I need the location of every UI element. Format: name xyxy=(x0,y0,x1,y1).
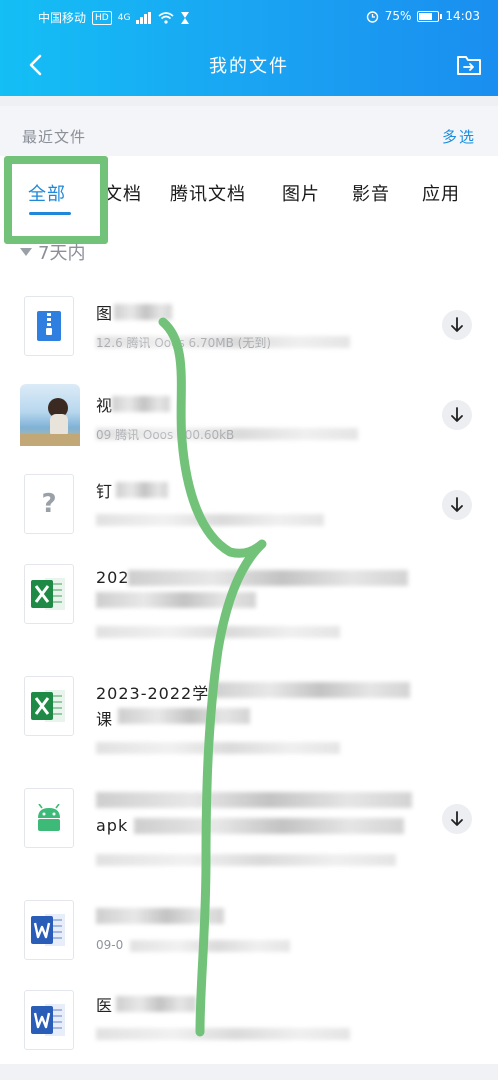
battery-icon xyxy=(417,10,443,22)
unknown-file-icon: ? xyxy=(24,474,74,534)
tab-all[interactable]: 全部 xyxy=(28,180,66,206)
redacted-text xyxy=(134,818,404,834)
redacted-text xyxy=(96,854,396,866)
folder-button[interactable] xyxy=(454,50,484,80)
redacted-text xyxy=(96,792,412,808)
redacted-text xyxy=(128,570,408,586)
redacted-text xyxy=(210,682,410,698)
file-row[interactable]: 2023-2022学 课 xyxy=(0,660,498,770)
redacted-text xyxy=(112,396,170,412)
redacted-text xyxy=(118,708,250,724)
word-icon xyxy=(24,900,74,960)
redacted-text xyxy=(96,742,340,754)
recent-files-label: 最近文件 xyxy=(22,128,87,146)
signal-label: 4G xyxy=(117,12,131,23)
arrow-down-icon xyxy=(451,407,463,422)
file-row[interactable]: ? 钉 xyxy=(0,460,498,560)
redacted-text xyxy=(116,482,168,498)
android-apk-icon xyxy=(24,788,74,848)
file-name: 医 xyxy=(96,996,114,1015)
download-button[interactable] xyxy=(442,310,472,340)
file-name: 202 xyxy=(96,568,130,587)
hd-badge: HD xyxy=(92,10,112,25)
redacted-text xyxy=(96,908,224,924)
signal-icon xyxy=(136,11,152,24)
tab-tencent-docs[interactable]: 腾讯文档 xyxy=(170,180,246,206)
tab-images[interactable]: 图片 xyxy=(282,180,320,206)
active-tab-indicator xyxy=(29,212,71,215)
tab-documents[interactable]: 文档 xyxy=(104,180,142,206)
file-name: 2023-2022学 xyxy=(96,684,210,703)
download-button[interactable] xyxy=(442,400,472,430)
tab-media[interactable]: 影音 xyxy=(352,180,390,206)
carrier-label: 中国移动 xyxy=(38,11,87,25)
excel-icon xyxy=(24,676,74,736)
app-header: 中国移动 HD 4G 75% 14:03 我的文件 xyxy=(0,0,498,96)
file-name: 视 xyxy=(96,396,114,415)
bottom-band xyxy=(0,1064,498,1080)
folder-icon xyxy=(457,56,481,75)
download-button[interactable] xyxy=(442,490,472,520)
battery-percent: 75% xyxy=(384,9,412,23)
file-meta: 09-0 xyxy=(96,938,124,952)
download-button[interactable] xyxy=(442,804,472,834)
photo-thumbnail xyxy=(20,384,80,446)
redacted-text xyxy=(96,514,324,526)
header-gap xyxy=(0,96,498,106)
file-row[interactable]: apk xyxy=(0,770,498,890)
file-name-line2: 课 xyxy=(96,710,114,729)
recent-files-bar: 最近文件 多选 xyxy=(0,106,498,156)
redacted-text xyxy=(116,996,196,1012)
redacted-text xyxy=(96,626,340,638)
arrow-down-icon xyxy=(451,317,463,332)
zip-icon xyxy=(24,296,74,356)
redacted-text xyxy=(96,428,358,440)
redacted-text xyxy=(96,592,256,608)
file-row[interactable]: 视 09 腾讯 Ooos 300.60kB xyxy=(0,370,498,470)
multi-select-button[interactable]: 多选 xyxy=(442,126,476,147)
category-tabs: 全部 文档 腾讯文档 图片 影音 应用 xyxy=(0,160,498,230)
redacted-text xyxy=(114,304,172,320)
redacted-text xyxy=(96,336,350,348)
tab-apps[interactable]: 应用 xyxy=(422,180,460,206)
title-bar: 我的文件 xyxy=(0,36,498,94)
redacted-text xyxy=(96,1028,350,1040)
file-row[interactable]: 202 xyxy=(0,550,498,660)
word-icon xyxy=(24,990,74,1050)
arrow-down-icon xyxy=(451,811,463,826)
redacted-text xyxy=(130,940,290,952)
file-name: 钉 xyxy=(96,482,114,501)
clock: 14:03 xyxy=(445,9,480,23)
file-row[interactable]: 09-0 xyxy=(0,890,498,990)
excel-icon xyxy=(24,564,74,624)
collapse-triangle-icon xyxy=(20,248,32,256)
section-header-7-days[interactable]: 7天内 xyxy=(20,238,85,266)
arrow-down-icon xyxy=(451,497,463,512)
hourglass-icon xyxy=(181,11,190,24)
file-name-line2: apk xyxy=(96,816,129,835)
section-label: 7天内 xyxy=(38,243,86,264)
page-title: 我的文件 xyxy=(209,56,289,77)
wifi-icon xyxy=(158,11,174,24)
alarm-icon xyxy=(366,10,378,23)
file-name: 图 xyxy=(96,304,114,323)
status-bar: 中国移动 HD 4G 75% 14:03 xyxy=(0,0,498,34)
file-row[interactable]: 图 12.6 腾讯 Ooos 6.70MB (无到) xyxy=(0,280,498,380)
